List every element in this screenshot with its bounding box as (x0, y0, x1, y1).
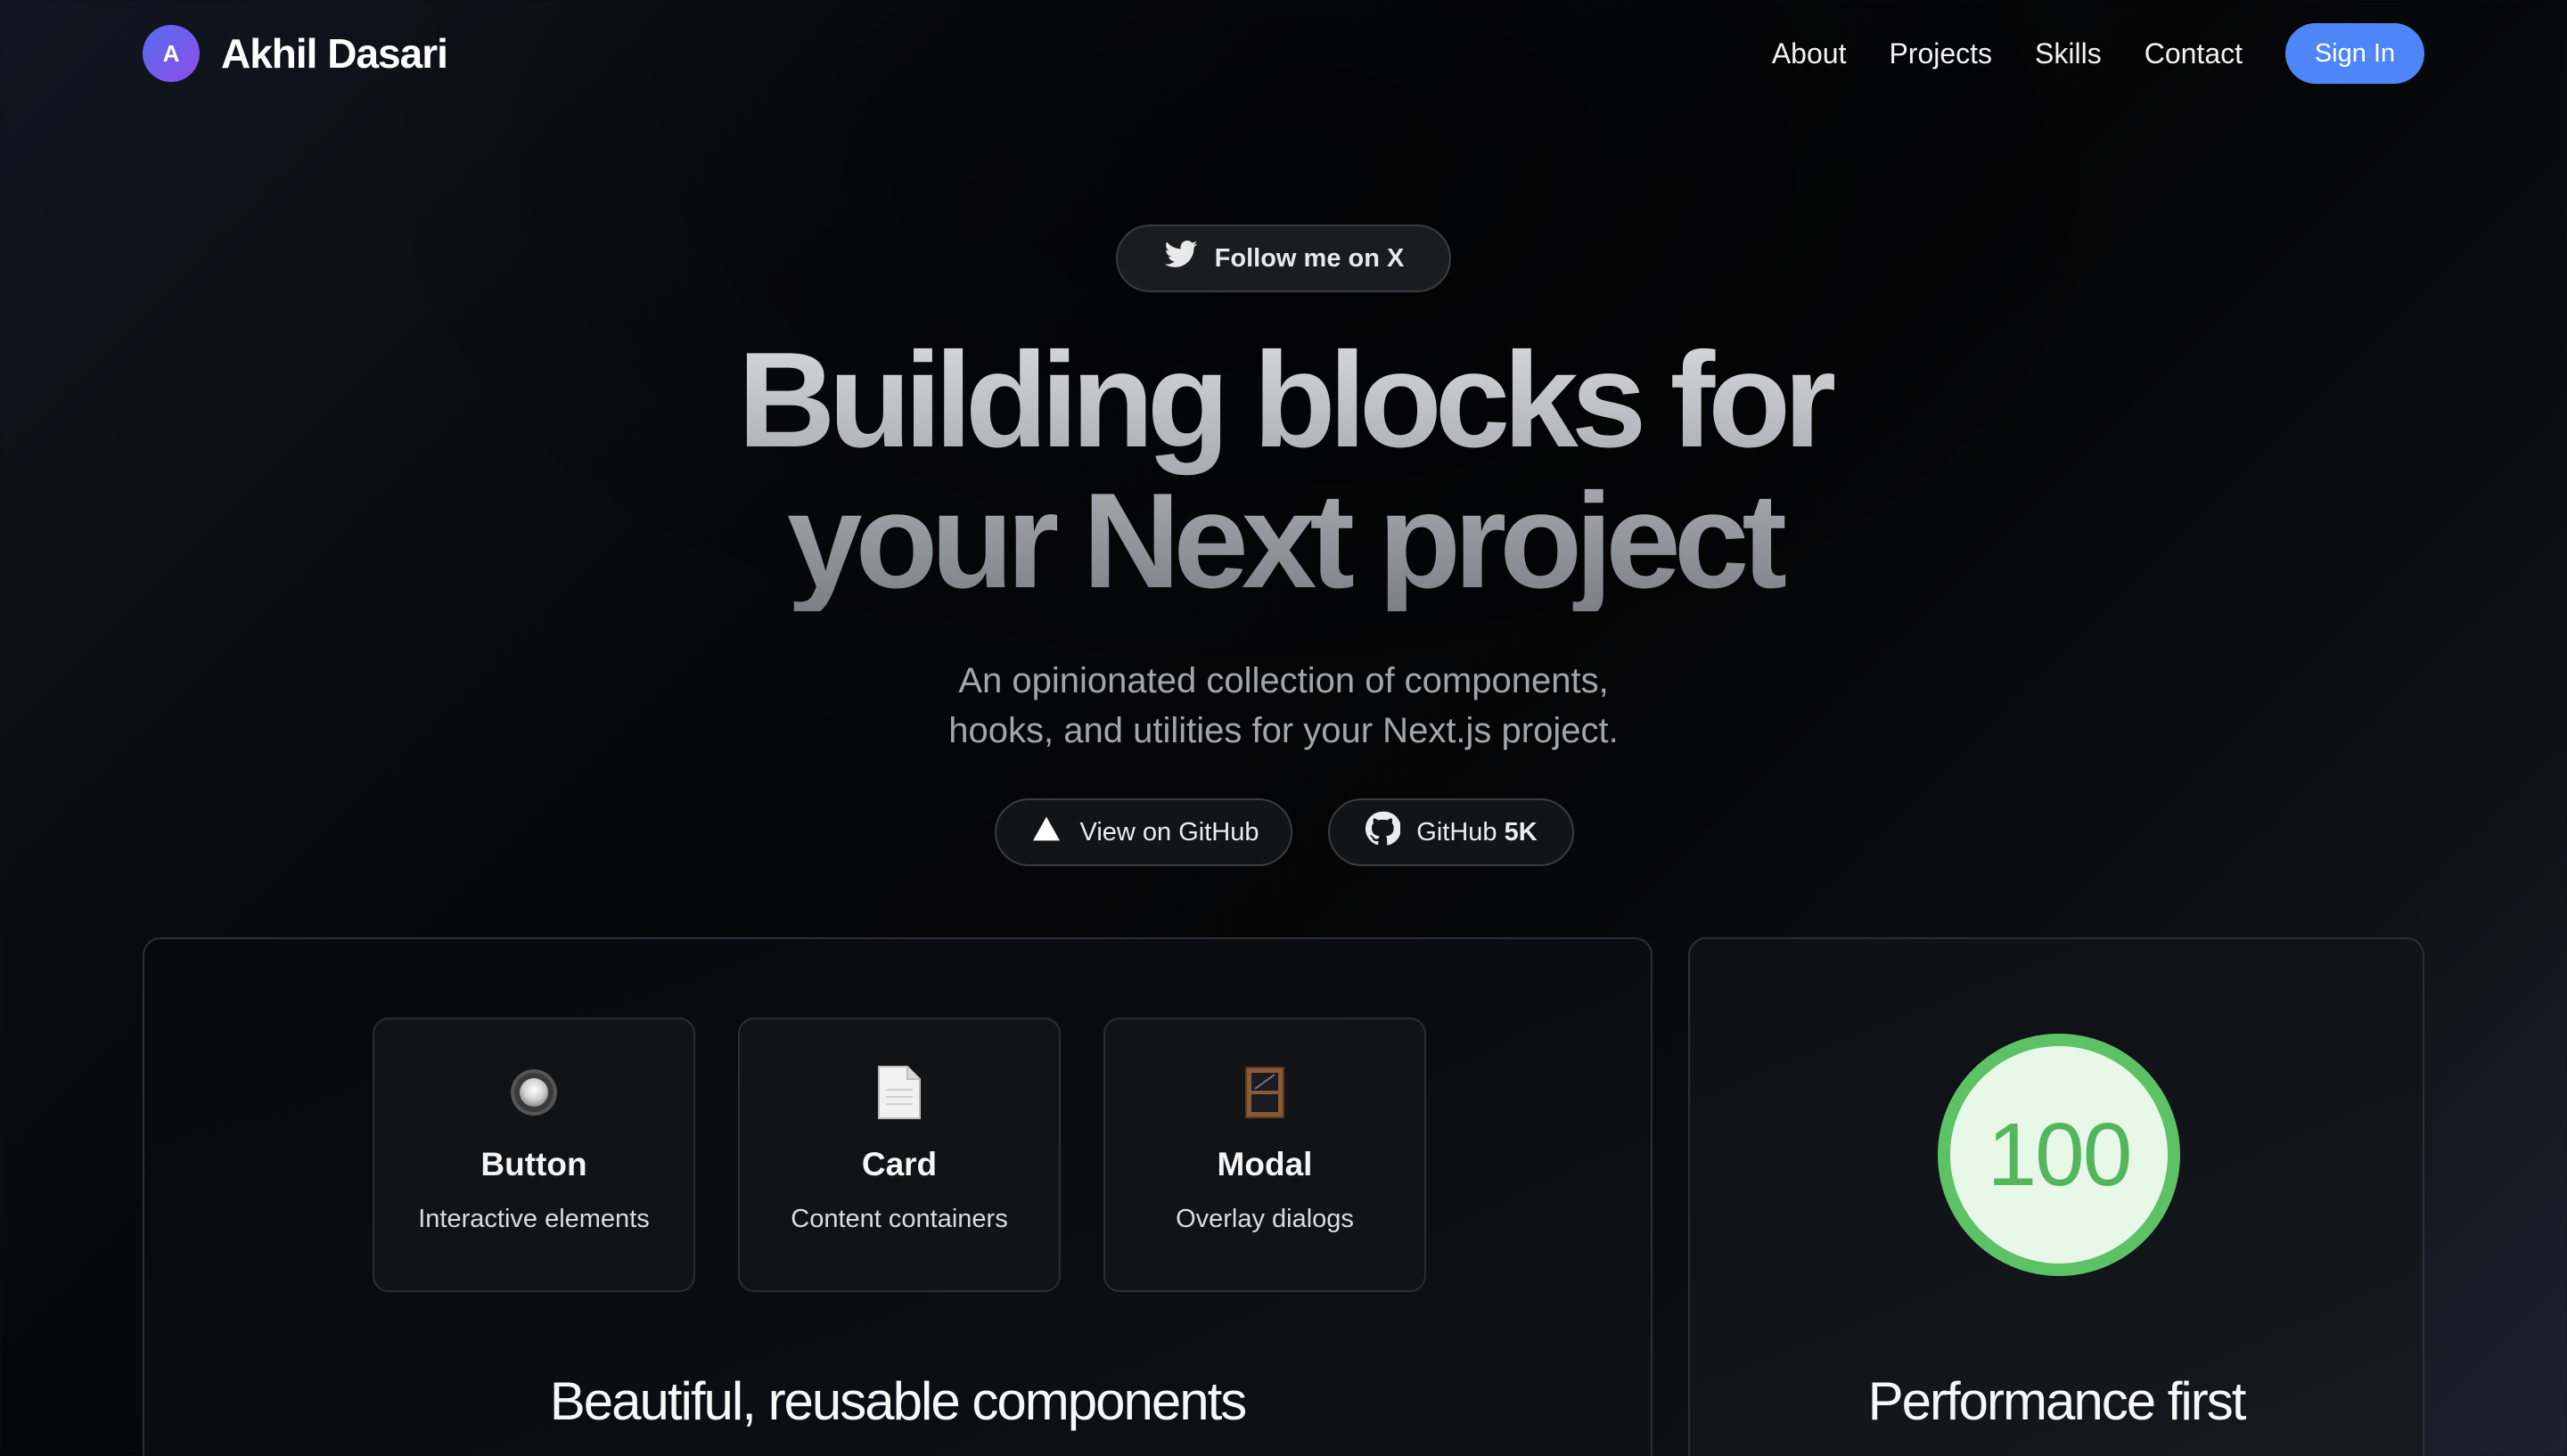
stars-count: 5K (1504, 817, 1538, 847)
document-icon (873, 1066, 926, 1119)
follow-on-x-button[interactable]: Follow me on X (1116, 225, 1451, 292)
logo-initial: A (162, 39, 180, 67)
window-icon (1238, 1066, 1292, 1119)
card-description: Interactive elements (418, 1205, 650, 1233)
github-stars-button[interactable]: GitHub 5K (1328, 798, 1574, 866)
twitter-bird-icon (1163, 237, 1199, 280)
hero-headline: Building blocks for your Next project (570, 330, 1997, 611)
view-on-github-label: View on GitHub (1079, 817, 1259, 847)
logo-avatar: A (143, 25, 200, 82)
performance-panel: 100 Performance first (1688, 937, 2424, 1456)
nav-link-contact[interactable]: Contact (2145, 37, 2243, 70)
top-nav: A Akhil Dasari About Projects Skills Con… (0, 0, 2567, 107)
card-description: Content containers (791, 1205, 1008, 1233)
github-label: GitHub (1416, 817, 1497, 847)
nav-link-projects[interactable]: Projects (1889, 37, 1992, 70)
component-card-card[interactable]: Card Content containers (738, 1018, 1061, 1292)
card-title: Button (480, 1146, 587, 1182)
nav-link-skills[interactable]: Skills (2035, 37, 2102, 70)
nav-links: About Projects Skills Contact Sign In (1772, 23, 2424, 84)
card-title: Card (861, 1146, 938, 1182)
subtitle-line-1: An opinionated collection of components, (958, 661, 1609, 700)
view-on-github-button[interactable]: View on GitHub (995, 798, 1292, 866)
nav-link-about[interactable]: About (1772, 37, 1847, 70)
lighthouse-score: 100 (1938, 1034, 2180, 1276)
subtitle-line-2: hooks, and utilities for your Next.js pr… (948, 711, 1619, 750)
cta-row: View on GitHub GitHub 5K (995, 798, 1574, 866)
headline-line-2: your Next project (786, 465, 1781, 617)
performance-panel-title: Performance first (1867, 1371, 2247, 1431)
card-description: Overlay dialogs (1176, 1205, 1354, 1233)
hero-subtitle: An opinionated collection of components,… (838, 656, 1729, 756)
headline-line-1: Building blocks for (737, 324, 1830, 476)
github-icon (1365, 811, 1402, 854)
card-title: Modal (1217, 1146, 1313, 1182)
follow-label: Follow me on X (1214, 243, 1405, 273)
brand-name: Akhil Dasari (221, 30, 448, 77)
components-panel-title: Beautiful, reusable components (549, 1371, 1248, 1431)
triangle-icon (1029, 811, 1064, 854)
sign-in-button[interactable]: Sign In (2285, 23, 2424, 84)
components-panel: Button Interactive elements Card Content… (143, 937, 1653, 1456)
component-card-button[interactable]: Button Interactive elements (373, 1018, 695, 1292)
radio-button-icon (507, 1066, 561, 1119)
component-card-modal[interactable]: Modal Overlay dialogs (1103, 1018, 1426, 1292)
github-stars-label: GitHub 5K (1416, 818, 1537, 847)
brand-logo[interactable]: A Akhil Dasari (143, 25, 448, 82)
